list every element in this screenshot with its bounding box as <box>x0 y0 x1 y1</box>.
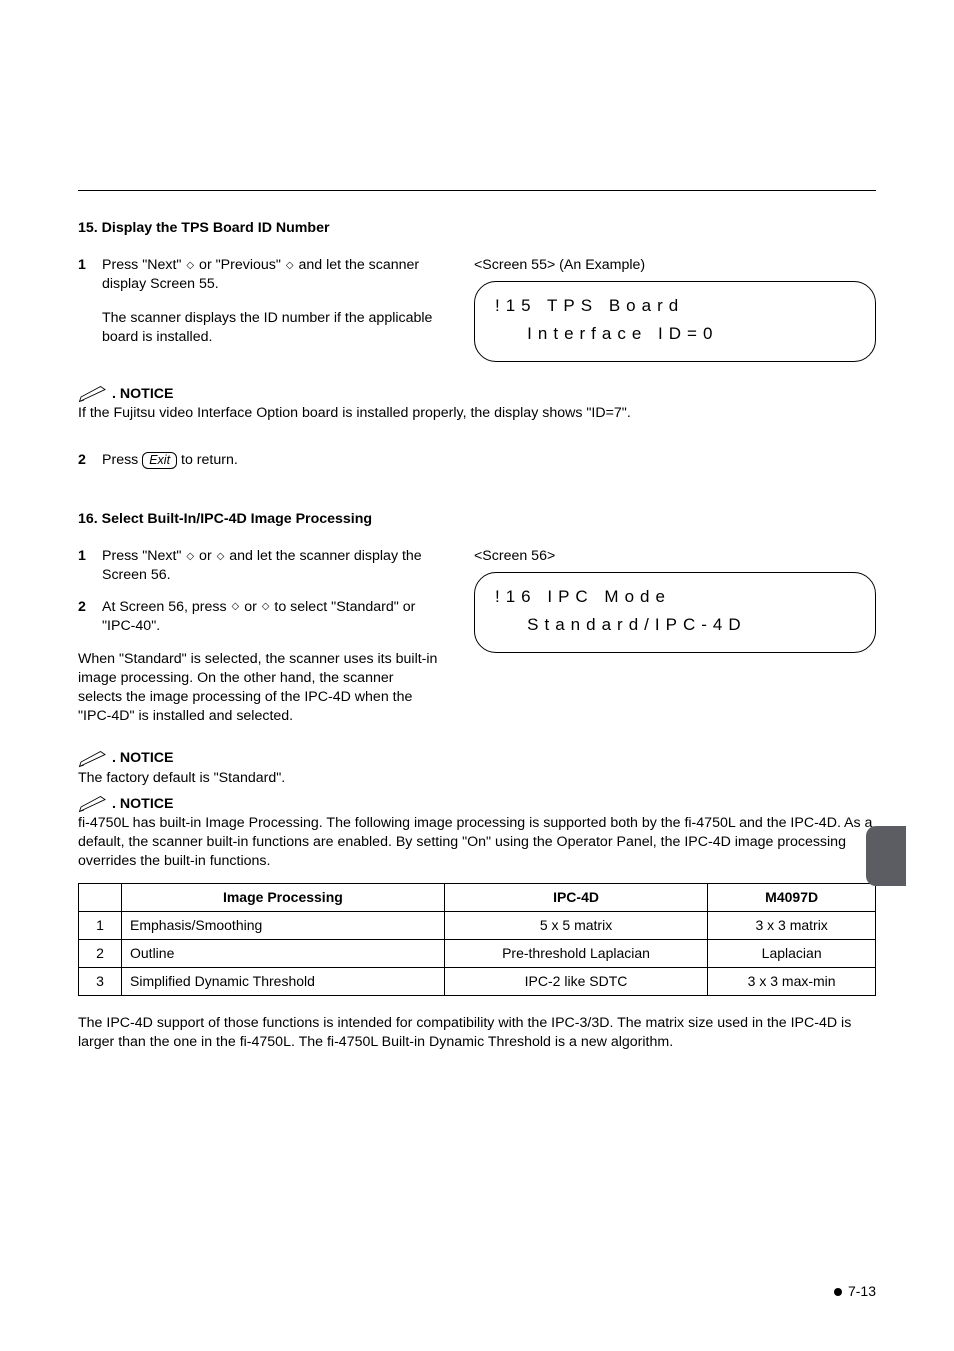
notice-label: NOTICE <box>120 385 174 404</box>
lcd-line: !16 IPC Mode <box>495 587 671 606</box>
cell: Simplified Dynamic Threshold <box>122 967 445 995</box>
notice-pencil-icon <box>78 794 108 814</box>
step-number: 1 <box>78 547 102 585</box>
diamond-icon: ◇ <box>185 259 195 273</box>
cell: Pre-threshold Laplacian <box>444 940 708 968</box>
cell: 1 <box>79 912 122 940</box>
cell: 3 <box>79 967 122 995</box>
cell: 3 x 3 matrix <box>708 912 876 940</box>
step2-text-a: Press <box>102 452 142 468</box>
diamond-icon: ◇ <box>261 600 271 614</box>
cell: 5 x 5 matrix <box>444 912 708 940</box>
lcd-screen-55: !15 TPS Board Interface ID=0 <box>474 281 876 361</box>
notice1-text: The factory default is "Standard". <box>78 769 876 788</box>
notice-label: NOTICE <box>120 795 174 814</box>
lcd-screen-56: !16 IPC Mode Standard/IPC-4D <box>474 572 876 652</box>
cell: IPC-2 like SDTC <box>444 967 708 995</box>
step2-text-b: to return. <box>177 452 238 468</box>
step1-text-b: or "Previous" <box>195 257 285 273</box>
lcd-line: !15 TPS Board <box>495 296 684 315</box>
s16-step2-b: or <box>240 599 261 615</box>
diamond-icon: ◇ <box>231 600 241 614</box>
diamond-icon: ◇ <box>185 550 195 564</box>
cell: 2 <box>79 940 122 968</box>
diamond-icon: ◇ <box>285 259 295 273</box>
exit-key-icon: Exit <box>142 452 177 469</box>
section-15-title: 15. Display the TPS Board ID Number <box>78 219 876 238</box>
s16-para: When "Standard" is selected, the scanner… <box>78 650 438 727</box>
page-footer: 7-13 <box>834 1282 876 1301</box>
notice-dot: . <box>112 385 120 404</box>
table-row: 1 Emphasis/Smoothing 5 x 5 matrix 3 x 3 … <box>79 912 876 940</box>
s16-step2-a: At Screen 56, press <box>102 599 231 615</box>
step-number: 2 <box>78 598 102 636</box>
notice-pencil-icon <box>78 749 108 769</box>
image-processing-table: Image Processing IPC-4D M4097D 1 Emphasi… <box>78 883 876 996</box>
lcd-line: Interface ID=0 <box>495 324 718 343</box>
screen56-label: <Screen 56> <box>474 547 876 566</box>
footer-dot-icon <box>834 1288 842 1296</box>
screen55-label: <Screen 55> (An Example) <box>474 256 876 275</box>
s16-step1-b: or <box>195 548 216 564</box>
th-blank <box>79 884 122 912</box>
table-row: 3 Simplified Dynamic Threshold IPC-2 lik… <box>79 967 876 995</box>
lcd-line: Standard/IPC-4D <box>495 615 747 634</box>
diamond-icon: ◇ <box>216 550 226 564</box>
step-number: 2 <box>78 451 102 470</box>
notice2-text: fi-4750L has built-in Image Processing. … <box>78 814 876 872</box>
header-rule <box>78 190 876 191</box>
th-m4097d: M4097D <box>708 884 876 912</box>
table-row: 2 Outline Pre-threshold Laplacian Laplac… <box>79 940 876 968</box>
closing-paragraph: The IPC-4D support of those functions is… <box>78 1014 876 1052</box>
s16-step1-a: Press "Next" <box>102 548 185 564</box>
step-number: 1 <box>78 256 102 347</box>
cell: Outline <box>122 940 445 968</box>
cell: 3 x 3 max-min <box>708 967 876 995</box>
notice-dot: . <box>112 795 120 814</box>
step1-para2: The scanner displays the ID number if th… <box>102 309 438 347</box>
page-number: 7-13 <box>848 1282 876 1301</box>
step1-text-a: Press "Next" <box>102 257 185 273</box>
section-16-title: 16. Select Built-In/IPC-4D Image Process… <box>78 510 876 529</box>
cell: Emphasis/Smoothing <box>122 912 445 940</box>
notice-text: If the Fujitsu video Interface Option bo… <box>78 404 876 423</box>
notice-pencil-icon <box>78 384 108 404</box>
th-image-processing: Image Processing <box>122 884 445 912</box>
section-tab <box>866 826 906 886</box>
th-ipc4d: IPC-4D <box>444 884 708 912</box>
notice-label: NOTICE <box>120 749 174 768</box>
cell: Laplacian <box>708 940 876 968</box>
notice-dot: . <box>112 749 120 768</box>
